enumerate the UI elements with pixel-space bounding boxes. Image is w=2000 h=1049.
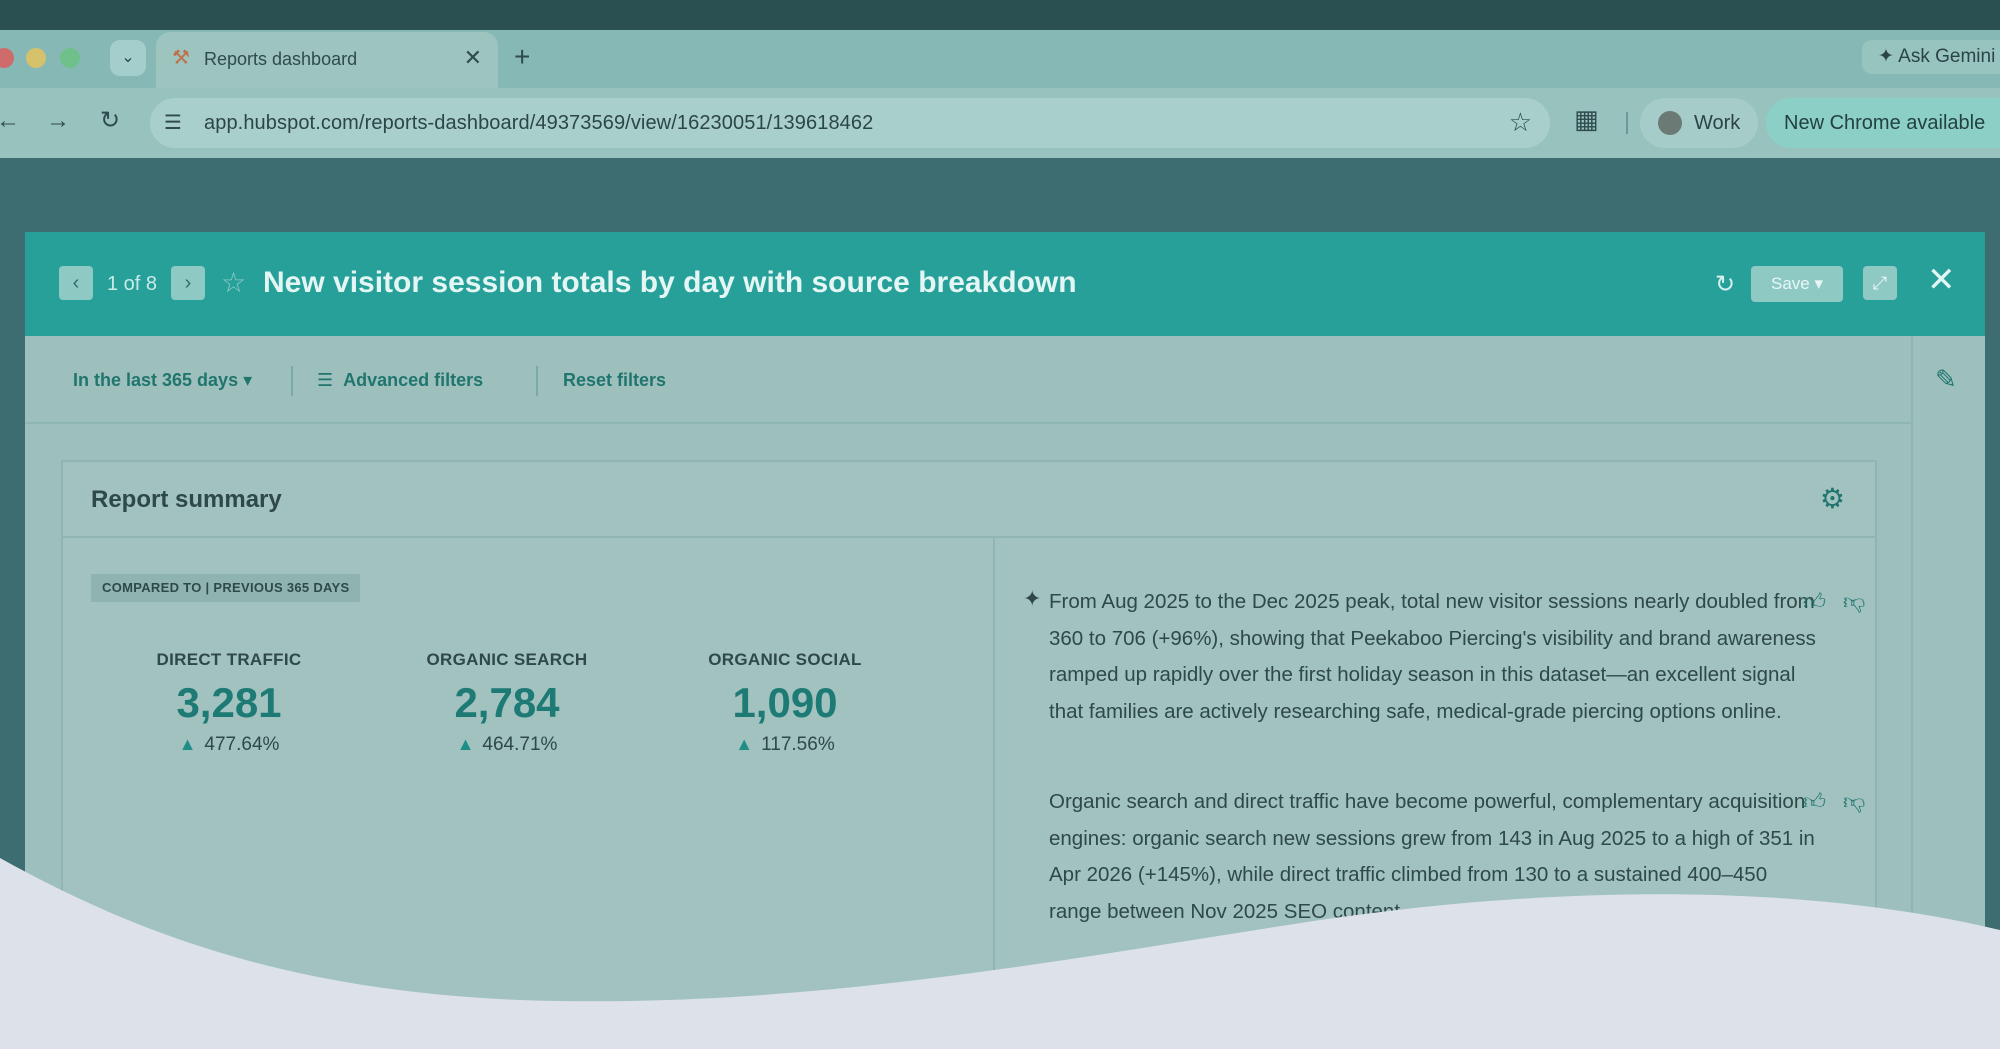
forward-arrow-icon[interactable]: →	[46, 106, 70, 136]
metric-organic-search: ORGANIC SEARCH 2,784 ▲ 464.71%	[387, 650, 627, 756]
thumbs-down-icon[interactable]: 👎︎	[1843, 788, 1865, 815]
avatar	[1658, 111, 1682, 135]
metric-label: DIRECT TRAFFIC	[156, 650, 302, 669]
card-title: Report summary	[91, 486, 282, 513]
insight-paragraph: From Aug 2025 to the Dec 2025 peak, tota…	[1049, 590, 1816, 723]
modal-header: ‹ 1 of 8 › ☆ New visitor session totals …	[25, 232, 1985, 336]
chevron-down-icon: ⌄	[121, 49, 135, 66]
metric-value: 3,281	[176, 679, 282, 726]
metric-label: ORGANIC SEARCH	[426, 650, 588, 669]
date-range-filter[interactable]: In the last 365 days ▾	[73, 370, 252, 391]
new-tab-button[interactable]: +	[514, 40, 530, 74]
refresh-icon[interactable]: ↻	[1715, 270, 1735, 299]
filter-bar: In the last 365 days ▾ ☰ Advanced filter…	[25, 336, 1911, 424]
expand-icon[interactable]: ⤢	[1863, 266, 1897, 300]
save-button[interactable]: Save ▾	[1751, 266, 1843, 302]
insight-paragraph: Organic search and direct traffic have b…	[1049, 790, 1815, 923]
favorite-star-icon[interactable]: ☆	[221, 266, 246, 299]
site-settings-icon[interactable]: ☰	[164, 110, 182, 135]
report-summary-card: Report summary ⚙ COMPARED TO | PREVIOUS …	[61, 460, 1877, 1049]
window-maximize-dot[interactable]	[60, 48, 80, 68]
report-modal: ‹ 1 of 8 › ☆ New visitor session totals …	[25, 232, 1985, 1049]
ask-gemini-button[interactable]: ✦ Ask Gemini	[1862, 40, 2000, 74]
metric-change: ▲ 117.56%	[665, 734, 905, 756]
triangle-up-icon: ▲	[456, 734, 475, 754]
back-arrow-icon[interactable]: ←	[0, 106, 20, 136]
pencil-icon[interactable]: ✎	[1935, 364, 1957, 395]
advanced-filters-button[interactable]: ☰ Advanced filters	[317, 370, 483, 391]
address-bar[interactable]: ☰ app.hubspot.com/reports-dashboard/4937…	[150, 98, 1550, 148]
metric-direct-traffic: DIRECT TRAFFIC 3,281 ▲ 477.64%	[109, 650, 349, 756]
profile-button[interactable]: Work	[1640, 98, 1758, 148]
tab-close-icon[interactable]: ✕	[464, 45, 482, 71]
gear-icon[interactable]: ⚙	[1820, 482, 1845, 515]
advanced-filters-label: Advanced filters	[343, 370, 484, 390]
metric-label: ORGANIC SOCIAL	[708, 650, 862, 669]
metric-value: 2,784	[454, 679, 560, 726]
modal-title: New visitor session totals by day with s…	[263, 266, 1077, 299]
ask-gemini-label: Ask Gemini	[1898, 46, 1996, 67]
card-header: Report summary ⚙	[63, 462, 1875, 538]
metric-change-value: 117.56%	[761, 734, 835, 755]
thumbs-up-icon[interactable]: 👍︎	[1803, 588, 1826, 615]
metric-change-value: 464.71%	[482, 734, 558, 755]
tab-title: Reports dashboard	[204, 49, 358, 69]
report-pager: 1 of 8	[107, 273, 158, 295]
metric-change: ▲ 477.64%	[109, 734, 349, 756]
filter-divider	[291, 366, 293, 396]
reset-filters-button[interactable]: Reset filters	[563, 370, 666, 391]
metric-value: 1,090	[732, 679, 838, 726]
profile-label: Work	[1694, 112, 1741, 134]
next-report-button[interactable]: ›	[171, 266, 205, 300]
reload-icon[interactable]: ↻	[100, 106, 120, 136]
metric-change-value: 477.64%	[204, 734, 280, 755]
chrome-update-button[interactable]: New Chrome available	[1766, 98, 2000, 148]
toolbar-divider	[1626, 112, 1628, 134]
chevron-right-icon: ›	[184, 272, 192, 294]
window-minimize-dot[interactable]	[26, 48, 46, 68]
triangle-up-icon: ▲	[178, 734, 197, 754]
edit-column: ✎	[1911, 336, 1985, 1049]
metric-organic-social: ORGANIC SOCIAL 1,090 ▲ 117.56%	[665, 650, 905, 756]
url-text[interactable]: app.hubspot.com/reports-dashboard/493735…	[204, 112, 873, 135]
comparison-badge: COMPARED TO | PREVIOUS 365 DAYS	[91, 574, 361, 602]
update-label: New Chrome available	[1784, 112, 1986, 134]
column-divider	[993, 538, 995, 1049]
triangle-up-icon: ▲	[735, 734, 754, 754]
window-top-strip	[0, 0, 2000, 30]
previous-report-button[interactable]: ‹	[59, 266, 93, 300]
filter-lines-icon: ☰	[317, 370, 344, 390]
close-icon[interactable]: ✕	[1927, 260, 1956, 300]
sparkle-icon: ✦	[1878, 46, 1899, 67]
active-tab[interactable]: ⚒ Reports dashboard ✕	[156, 32, 498, 88]
ai-sparkle-icon: ✦	[1023, 586, 1042, 611]
metric-change: ▲ 464.71%	[387, 734, 627, 756]
chevron-left-icon: ‹	[72, 272, 80, 294]
tab-search-button[interactable]: ⌄	[110, 40, 146, 76]
hubspot-favicon-icon: ⚒	[172, 47, 190, 69]
filter-divider	[536, 366, 538, 396]
bookmark-star-icon[interactable]: ☆	[1509, 107, 1532, 138]
extensions-puzzle-icon[interactable]: ▦	[1574, 104, 1599, 135]
thumbs-down-icon[interactable]: 👎︎	[1843, 588, 1865, 615]
thumbs-up-icon[interactable]: 👍︎	[1803, 788, 1826, 815]
